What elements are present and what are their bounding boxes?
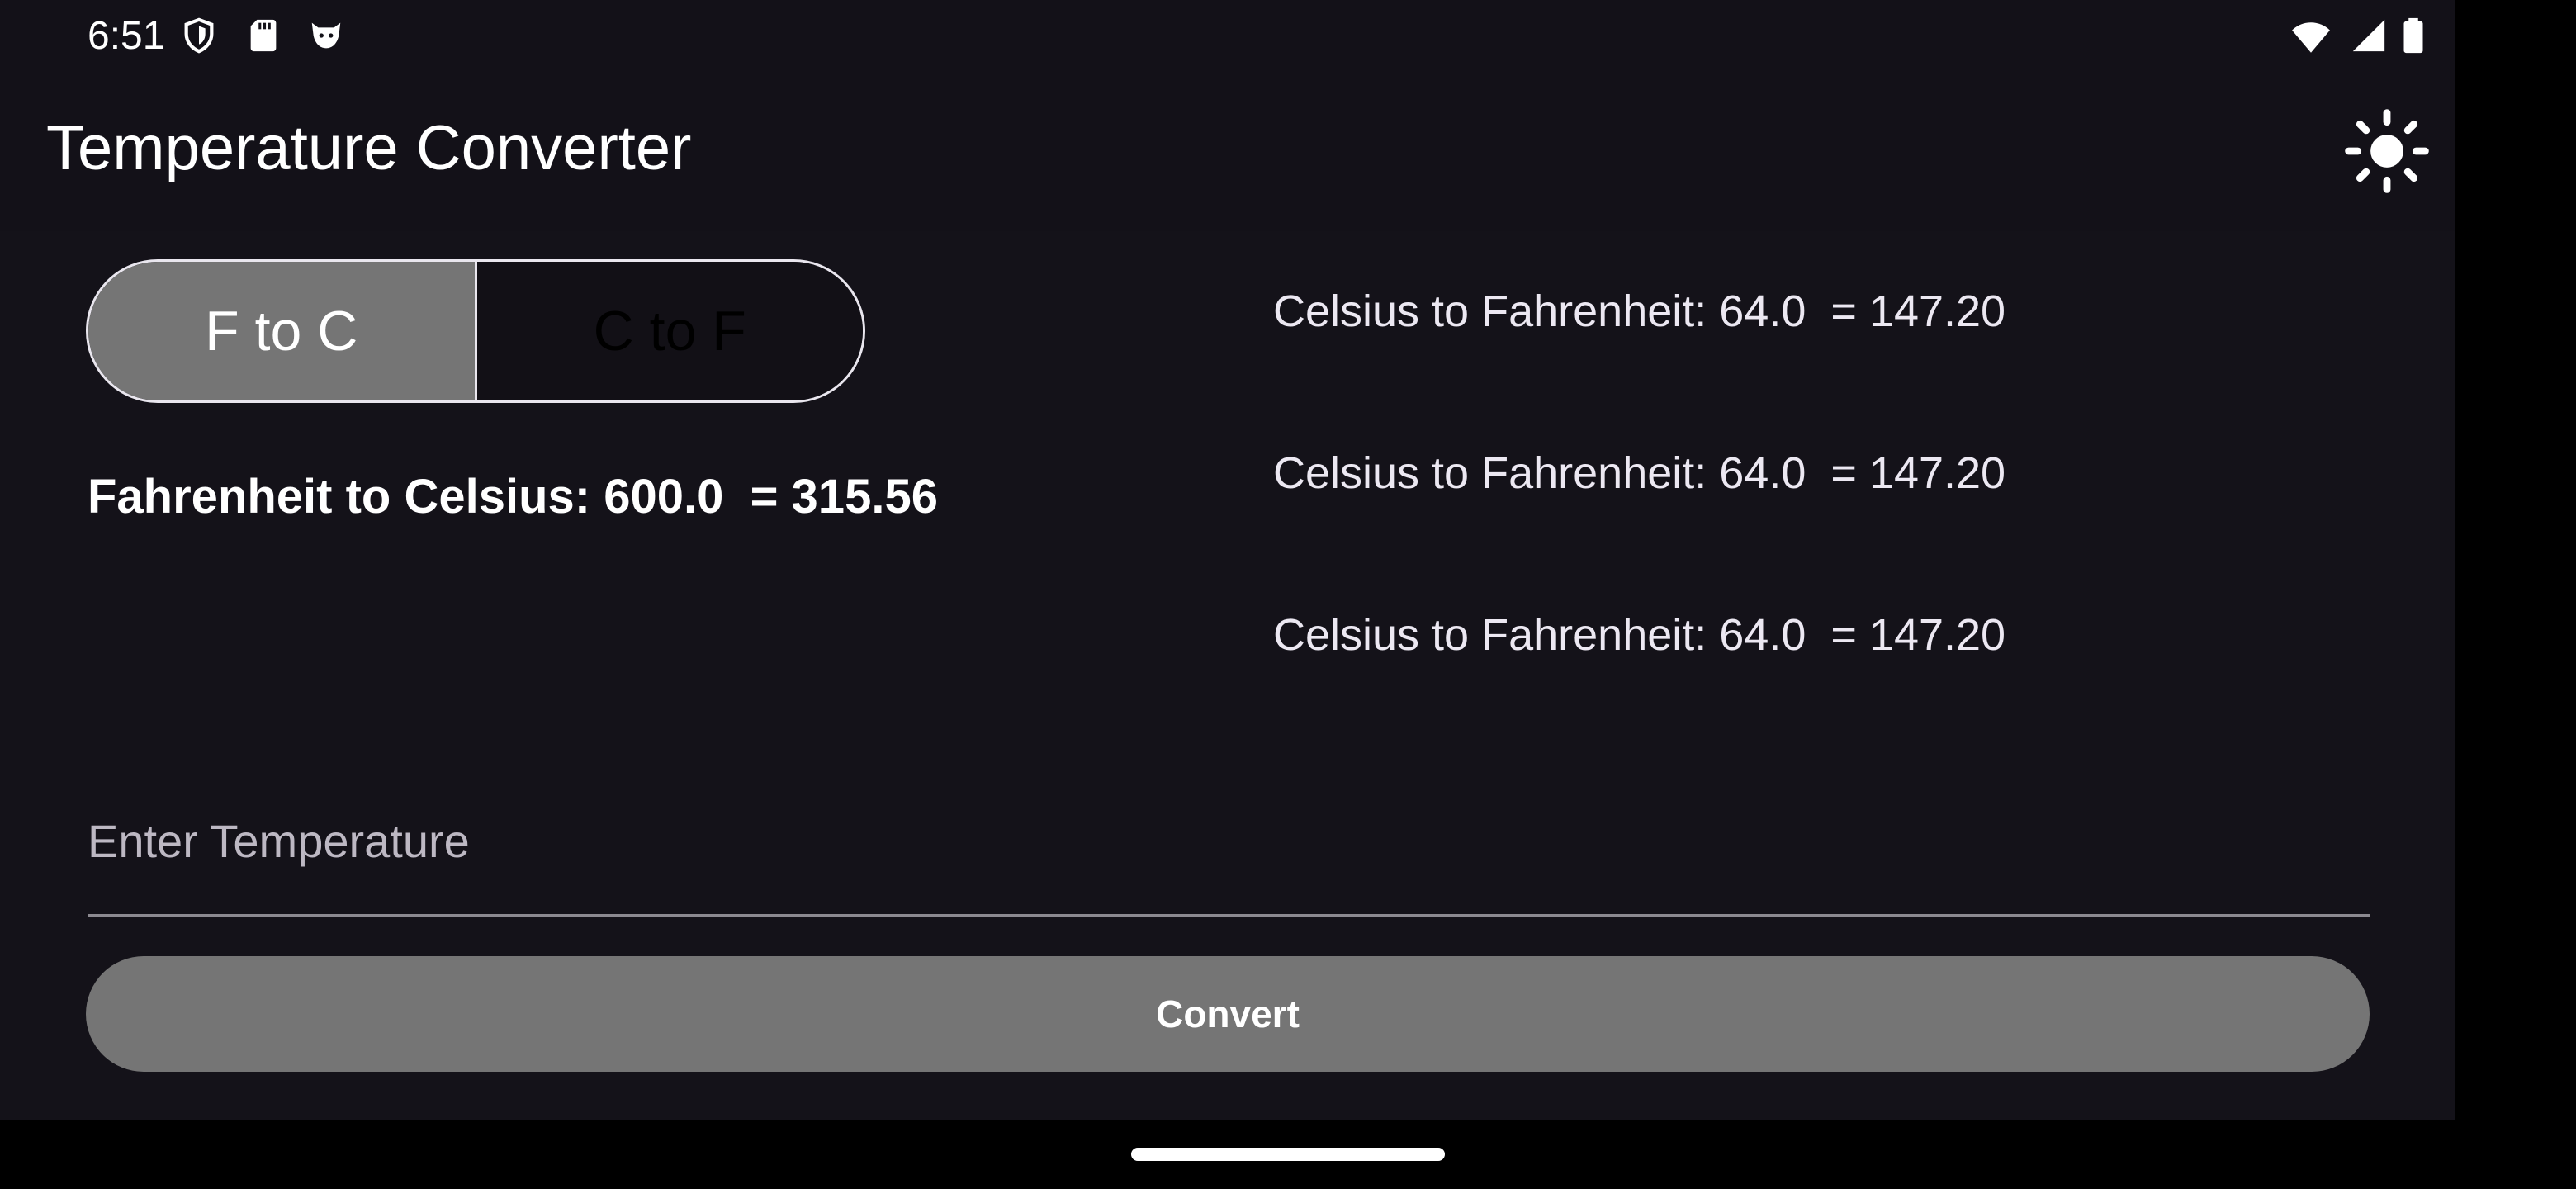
f-to-c-option[interactable]: F to C	[88, 262, 475, 400]
conversion-mode-toggle: F to C C to F	[86, 259, 865, 403]
conversion-result: Fahrenheit to Celsius: 600.0 = 315.56	[88, 470, 938, 523]
sun-icon	[2343, 107, 2431, 195]
theme-toggle-button[interactable]	[2343, 107, 2431, 195]
temperature-input[interactable]	[88, 793, 2370, 917]
cat-icon	[307, 17, 345, 54]
history-item: Celsius to Fahrenheit: 64.0 = 147.20	[1273, 287, 2006, 336]
wifi-icon	[2290, 17, 2332, 58]
app-title: Temperature Converter	[46, 113, 692, 183]
history-item: Celsius to Fahrenheit: 64.0 = 147.20	[1273, 448, 2006, 498]
cellular-signal-icon	[2350, 17, 2388, 54]
history-item: Celsius to Fahrenheit: 64.0 = 147.20	[1273, 610, 2006, 660]
status-time: 6:51	[88, 14, 165, 58]
battery-icon	[2394, 17, 2432, 54]
convert-button[interactable]: Convert	[86, 956, 2370, 1072]
shield-icon	[180, 17, 218, 54]
app-surface: 6:51 Temperature Converter F to C C to F…	[0, 0, 2455, 1120]
c-to-f-option[interactable]: C to F	[474, 262, 863, 400]
navigation-handle[interactable]	[1131, 1148, 1445, 1161]
sd-card-icon	[244, 17, 282, 54]
